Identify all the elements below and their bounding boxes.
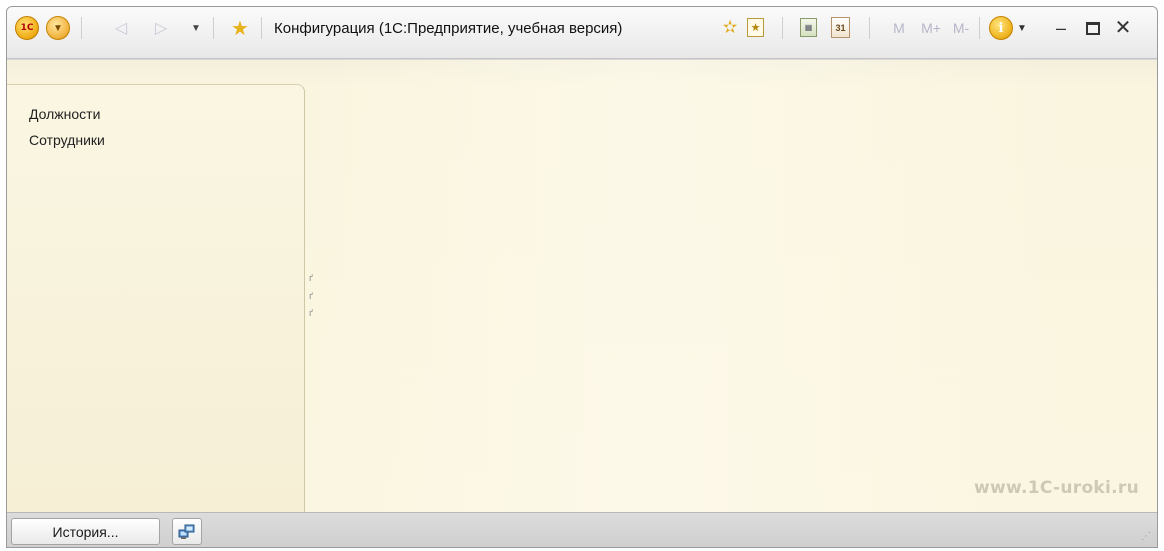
toolbar-separator [213, 17, 214, 39]
network-computers-icon [178, 524, 195, 539]
toolbar-separator [261, 17, 262, 39]
status-bar: История... ⋰ [7, 512, 1157, 547]
workspace-background [307, 60, 1157, 512]
info-dropdown-icon[interactable]: ▼ [1015, 19, 1029, 37]
memory-minus-button[interactable]: M- [948, 17, 974, 39]
resize-grip-icon[interactable]: ⋰ [1141, 531, 1153, 543]
sections-panel: Должности Сотрудники [7, 84, 305, 512]
toolbar-separator [782, 17, 783, 39]
sidebar-item-positions[interactable]: Должности [29, 106, 100, 122]
toolbar-separator [81, 17, 82, 39]
title-bar: 1С ▼ ◁ ▷ ▼ ★ Конфигурация (1С:Предприяти… [7, 7, 1157, 59]
panel-splitter-handle[interactable]: ґґґ [307, 274, 315, 318]
calendar-icon[interactable]: 31 [831, 17, 850, 38]
main-menu-button[interactable]: ▼ [46, 16, 70, 40]
info-icon[interactable]: i [989, 16, 1013, 40]
toolbar-separator [979, 17, 980, 39]
window-title: Конфигурация (1С:Предприятие, учебная ве… [274, 20, 623, 37]
calculator-icon[interactable]: ▦ [800, 18, 817, 37]
forward-arrow-icon[interactable]: ▷ [150, 17, 172, 39]
maximize-icon[interactable] [1081, 15, 1105, 41]
add-to-favorites-icon[interactable]: ✫ [719, 16, 741, 38]
back-arrow-icon[interactable]: ◁ [110, 17, 132, 39]
1c-logo-icon[interactable]: 1С [15, 16, 39, 40]
app-window: 1С ▼ ◁ ▷ ▼ ★ Конфигурация (1С:Предприяти… [6, 6, 1158, 548]
workspace: Должности Сотрудники ґґґ www.1C-uroki.ru [7, 60, 1157, 512]
connections-button[interactable] [172, 518, 202, 545]
favorites-star-icon[interactable]: ★ [227, 15, 253, 41]
watermark: www.1C-uroki.ru [974, 478, 1139, 498]
toolbar-separator [869, 17, 870, 39]
close-icon[interactable]: ✕ [1111, 14, 1135, 40]
memory-plus-button[interactable]: M+ [917, 17, 945, 39]
history-button[interactable]: История... [11, 518, 160, 545]
memory-button[interactable]: M [889, 17, 909, 39]
history-dropdown-icon[interactable]: ▼ [187, 17, 205, 39]
sidebar-item-employees[interactable]: Сотрудники [29, 132, 105, 148]
favorites-list-icon[interactable]: ★ [747, 18, 764, 37]
minimize-icon[interactable]: – [1049, 15, 1073, 41]
